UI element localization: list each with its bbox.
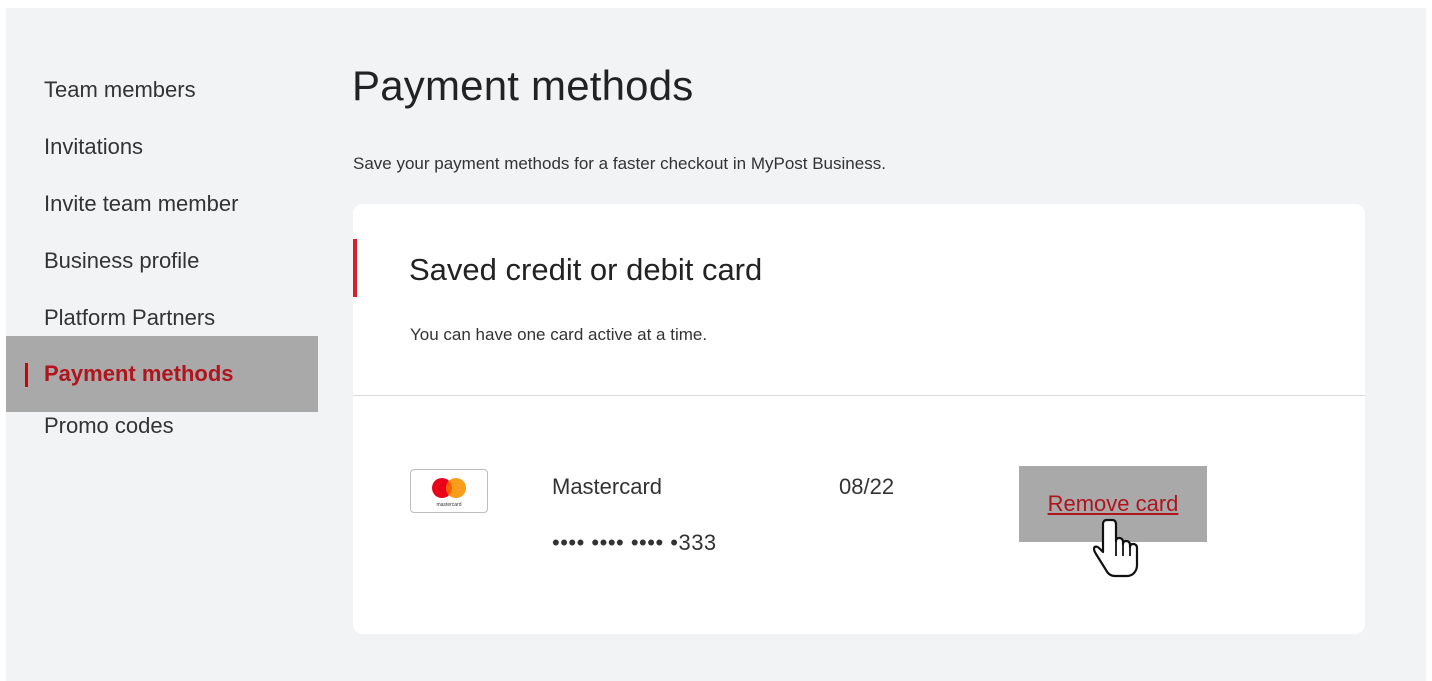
sidebar-item-invite-team-member[interactable]: Invite team member: [6, 184, 318, 241]
sidebar-item-invitations[interactable]: Invitations: [6, 127, 318, 184]
sidebar-item-label: Business profile: [44, 248, 200, 273]
sidebar-item-label: Team members: [44, 77, 196, 102]
card-number-masked: •••• •••• •••• •333: [552, 530, 717, 555]
sidebar-item-label: Invitations: [44, 134, 144, 159]
card-brand: Mastercard: [552, 474, 663, 499]
active-indicator: [25, 363, 28, 387]
saved-card-panel: Saved credit or debit card You can have …: [353, 204, 1365, 634]
remove-card-link[interactable]: Remove card: [1048, 491, 1179, 516]
page-subtitle: Save your payment methods for a faster c…: [353, 154, 886, 173]
sidebar-item-label: Promo codes: [44, 413, 174, 438]
hand-pointer-icon: [1093, 518, 1139, 578]
divider: [353, 395, 1365, 396]
section-accent-bar: [353, 239, 357, 297]
sidebar-nav: Team members Invitations Invite team mem…: [6, 70, 318, 463]
sidebar-item-business-profile[interactable]: Business profile: [6, 241, 318, 298]
section-title: Saved credit or debit card: [409, 252, 763, 287]
sidebar-item-promo-codes[interactable]: Promo codes: [6, 406, 318, 463]
sidebar-item-team-members[interactable]: Team members: [6, 70, 318, 127]
sidebar-item-payment-methods[interactable]: Payment methods: [6, 336, 318, 412]
section-subtitle: You can have one card active at a time.: [410, 325, 708, 344]
sidebar-item-label: Platform Partners: [44, 305, 216, 330]
page: Team members Invitations Invite team mem…: [6, 8, 1426, 681]
card-expiry: 08/22: [839, 474, 895, 499]
sidebar-item-label: Invite team member: [44, 191, 239, 216]
mastercard-logo-icon: mastercard: [410, 469, 488, 513]
page-title: Payment methods: [352, 62, 694, 109]
mastercard-logo-text: mastercard: [436, 502, 462, 508]
sidebar-item-label: Payment methods: [44, 361, 234, 386]
